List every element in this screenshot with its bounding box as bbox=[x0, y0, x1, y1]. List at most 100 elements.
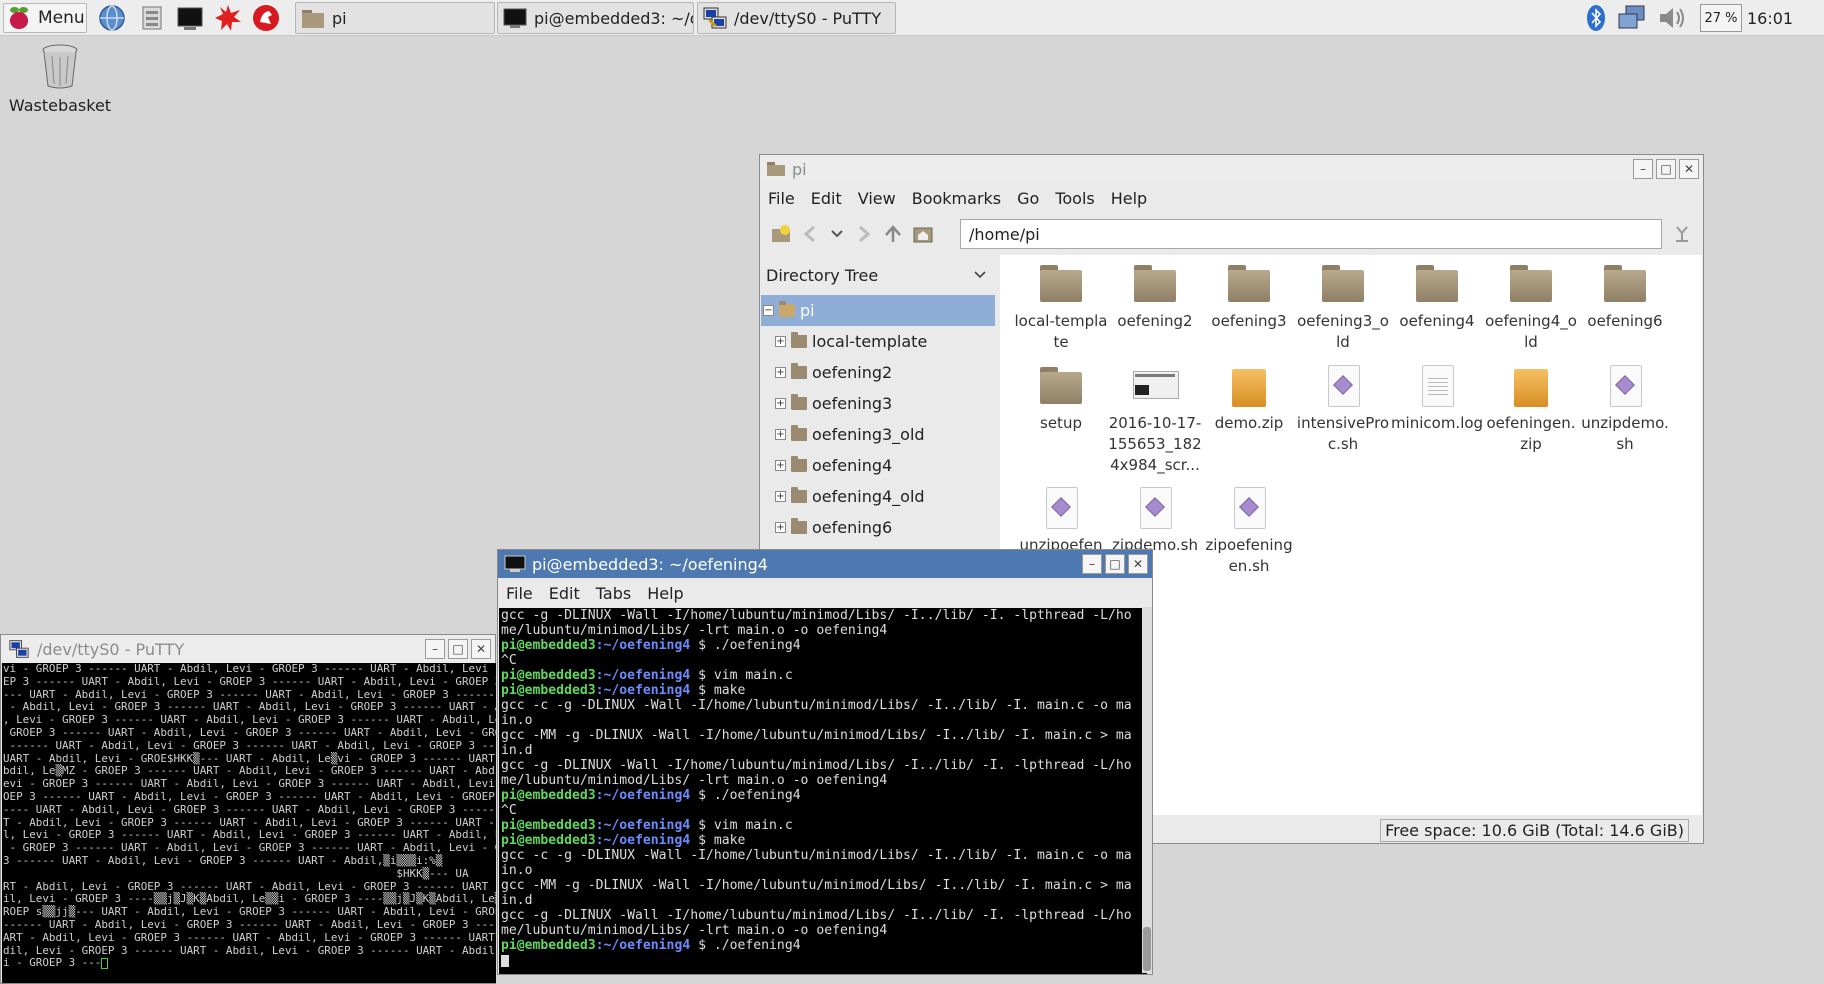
expand-icon[interactable]: + bbox=[775, 491, 786, 502]
directory-tree-header[interactable]: Directory Tree bbox=[761, 255, 995, 295]
terminal-line: ^C bbox=[501, 803, 1147, 818]
terminal-output[interactable]: gcc -g -DLINUX -Wall -I/home/lubuntu/min… bbox=[499, 608, 1147, 974]
serial-line: i - GROEP 3 --- bbox=[3, 956, 496, 970]
expand-icon[interactable]: + bbox=[775, 460, 786, 471]
file-item[interactable]: 2016-10-17-155653_1824x984_scr... bbox=[1108, 363, 1202, 476]
close-button[interactable]: ✕ bbox=[1128, 554, 1148, 574]
cpu-monitor[interactable]: 27 % bbox=[1700, 4, 1742, 32]
tree-item[interactable]: + oefening6 bbox=[761, 512, 995, 543]
history-dropdown-icon[interactable] bbox=[826, 223, 848, 245]
task-terminal[interactable]: pi@embedded3: ~/oe... bbox=[497, 2, 694, 34]
menu-bookmarks[interactable]: Bookmarks bbox=[904, 189, 1009, 208]
collapse-icon[interactable]: − bbox=[763, 305, 774, 316]
tree-item[interactable]: − pi bbox=[761, 295, 995, 326]
file-item[interactable]: zipdemo.sh bbox=[1108, 485, 1202, 556]
terminal-scrollbar[interactable] bbox=[1142, 607, 1152, 973]
file-item[interactable]: zipoefeningen.sh bbox=[1202, 485, 1296, 577]
file-item[interactable]: intensiveProc.sh bbox=[1296, 363, 1390, 455]
volume-icon[interactable] bbox=[1656, 4, 1690, 32]
file-item[interactable]: oefening3_old bbox=[1296, 261, 1390, 353]
window-title: /dev/ttyS0 - PuTTY bbox=[37, 639, 185, 659]
close-button[interactable]: ✕ bbox=[1679, 159, 1699, 179]
expand-icon[interactable]: + bbox=[775, 398, 786, 409]
putty-serial-output[interactable]: vi - GROEP 3 ------ UART - Abdil, Levi -… bbox=[2, 663, 496, 983]
folder-icon bbox=[1038, 363, 1084, 409]
expand-icon[interactable]: + bbox=[775, 367, 786, 378]
file-manager-icon[interactable] bbox=[138, 4, 166, 32]
tree-item[interactable]: + oefening3_old bbox=[761, 419, 995, 450]
minimize-button[interactable]: – bbox=[425, 639, 445, 659]
expand-icon[interactable]: + bbox=[775, 336, 786, 347]
output-text: me/lubuntu/minimod/Libs/ -lrt main.o -o … bbox=[501, 923, 888, 938]
putty-titlebar[interactable]: /dev/ttyS0 - PuTTY – □ ✕ bbox=[1, 635, 495, 663]
file-item[interactable]: oefening4 bbox=[1390, 261, 1484, 332]
prompt-user: pi@embedded3 bbox=[501, 788, 596, 803]
file-item[interactable]: oefeningen.zip bbox=[1484, 363, 1578, 455]
folder-icon bbox=[767, 162, 785, 176]
network-icon[interactable] bbox=[1616, 4, 1648, 32]
expand-icon[interactable]: + bbox=[775, 429, 786, 440]
file-item[interactable]: unzipdemo.sh bbox=[1578, 363, 1672, 455]
maximize-button[interactable]: □ bbox=[1656, 159, 1676, 179]
clock[interactable]: 16:01 bbox=[1747, 4, 1793, 32]
tree-item[interactable]: + local-template bbox=[761, 326, 995, 357]
scrollbar-thumb[interactable] bbox=[1143, 927, 1151, 971]
command-text: $ vim main.c bbox=[690, 668, 793, 683]
globe-icon[interactable] bbox=[98, 4, 126, 32]
file-item[interactable]: demo.zip bbox=[1202, 363, 1296, 434]
menu-file[interactable]: File bbox=[498, 584, 541, 603]
file-item[interactable]: oefening2 bbox=[1108, 261, 1202, 332]
bluetooth-icon[interactable] bbox=[1584, 4, 1608, 32]
wolfram-icon[interactable] bbox=[252, 4, 280, 32]
forward-icon[interactable] bbox=[852, 223, 874, 245]
file-manager-titlebar[interactable]: pi – □ ✕ bbox=[760, 155, 1703, 183]
terminal-titlebar[interactable]: pi@embedded3: ~/oefening4 – □ ✕ bbox=[498, 550, 1152, 578]
menu-file[interactable]: File bbox=[760, 189, 803, 208]
file-item[interactable]: oefening4_old bbox=[1484, 261, 1578, 353]
terminal-line: gcc -c -g -DLINUX -Wall -I/home/lubuntu/… bbox=[501, 698, 1147, 713]
file-item[interactable]: setup bbox=[1014, 363, 1108, 434]
file-name: minicom.log bbox=[1390, 414, 1484, 432]
path-input[interactable]: /home/pi bbox=[960, 219, 1662, 249]
tree-item[interactable]: + oefening4_old bbox=[761, 481, 995, 512]
wastebasket-desktop-icon[interactable]: Wastebasket bbox=[8, 42, 112, 115]
menu-view[interactable]: View bbox=[850, 189, 904, 208]
trash-icon bbox=[42, 44, 78, 89]
file-item[interactable]: minicom.log bbox=[1390, 363, 1484, 434]
file-item[interactable]: oefening3 bbox=[1202, 261, 1296, 332]
tree-item[interactable]: + oefening4 bbox=[761, 450, 995, 481]
folder-icon bbox=[779, 301, 795, 317]
file-item[interactable]: local-template bbox=[1014, 261, 1108, 353]
tree-item[interactable]: + oefening3 bbox=[761, 388, 995, 419]
menu-tabs[interactable]: Tabs bbox=[588, 584, 639, 603]
menu-go[interactable]: Go bbox=[1009, 189, 1047, 208]
mathematica-icon[interactable] bbox=[214, 4, 242, 32]
up-icon[interactable] bbox=[882, 223, 904, 245]
prompt-user: pi@embedded3 bbox=[501, 818, 596, 833]
maximize-button[interactable]: □ bbox=[448, 639, 468, 659]
task-putty[interactable]: /dev/ttyS0 - PuTTY bbox=[697, 2, 896, 34]
tree-item-label: oefening6 bbox=[812, 518, 893, 537]
menu-button[interactable]: Menu bbox=[3, 3, 87, 33]
tree-item-label: local-template bbox=[812, 332, 928, 351]
back-icon[interactable] bbox=[800, 223, 822, 245]
task-file-manager[interactable]: pi bbox=[295, 2, 495, 34]
terminal-line: pi@embedded3:~/oefening4 $ ./oefening4 bbox=[501, 788, 1147, 803]
terminal-icon[interactable] bbox=[176, 4, 204, 32]
home-icon[interactable] bbox=[912, 223, 934, 245]
menu-edit[interactable]: Edit bbox=[541, 584, 588, 603]
output-text: gcc -g -DLINUX -Wall -I/home/lubuntu/min… bbox=[501, 908, 1132, 923]
menu-edit[interactable]: Edit bbox=[803, 189, 850, 208]
minimize-button[interactable]: – bbox=[1082, 554, 1102, 574]
new-tab-icon[interactable] bbox=[770, 223, 792, 245]
expand-icon[interactable]: + bbox=[775, 522, 786, 533]
tree-item[interactable]: + oefening2 bbox=[761, 357, 995, 388]
menu-help[interactable]: Help bbox=[1103, 189, 1155, 208]
minimize-button[interactable]: – bbox=[1633, 159, 1653, 179]
maximize-button[interactable]: □ bbox=[1105, 554, 1125, 574]
menu-help[interactable]: Help bbox=[639, 584, 691, 603]
close-button[interactable]: ✕ bbox=[471, 639, 491, 659]
menu-tools[interactable]: Tools bbox=[1047, 189, 1102, 208]
file-item[interactable]: oefening6 bbox=[1578, 261, 1672, 332]
go-icon[interactable] bbox=[1671, 223, 1693, 245]
